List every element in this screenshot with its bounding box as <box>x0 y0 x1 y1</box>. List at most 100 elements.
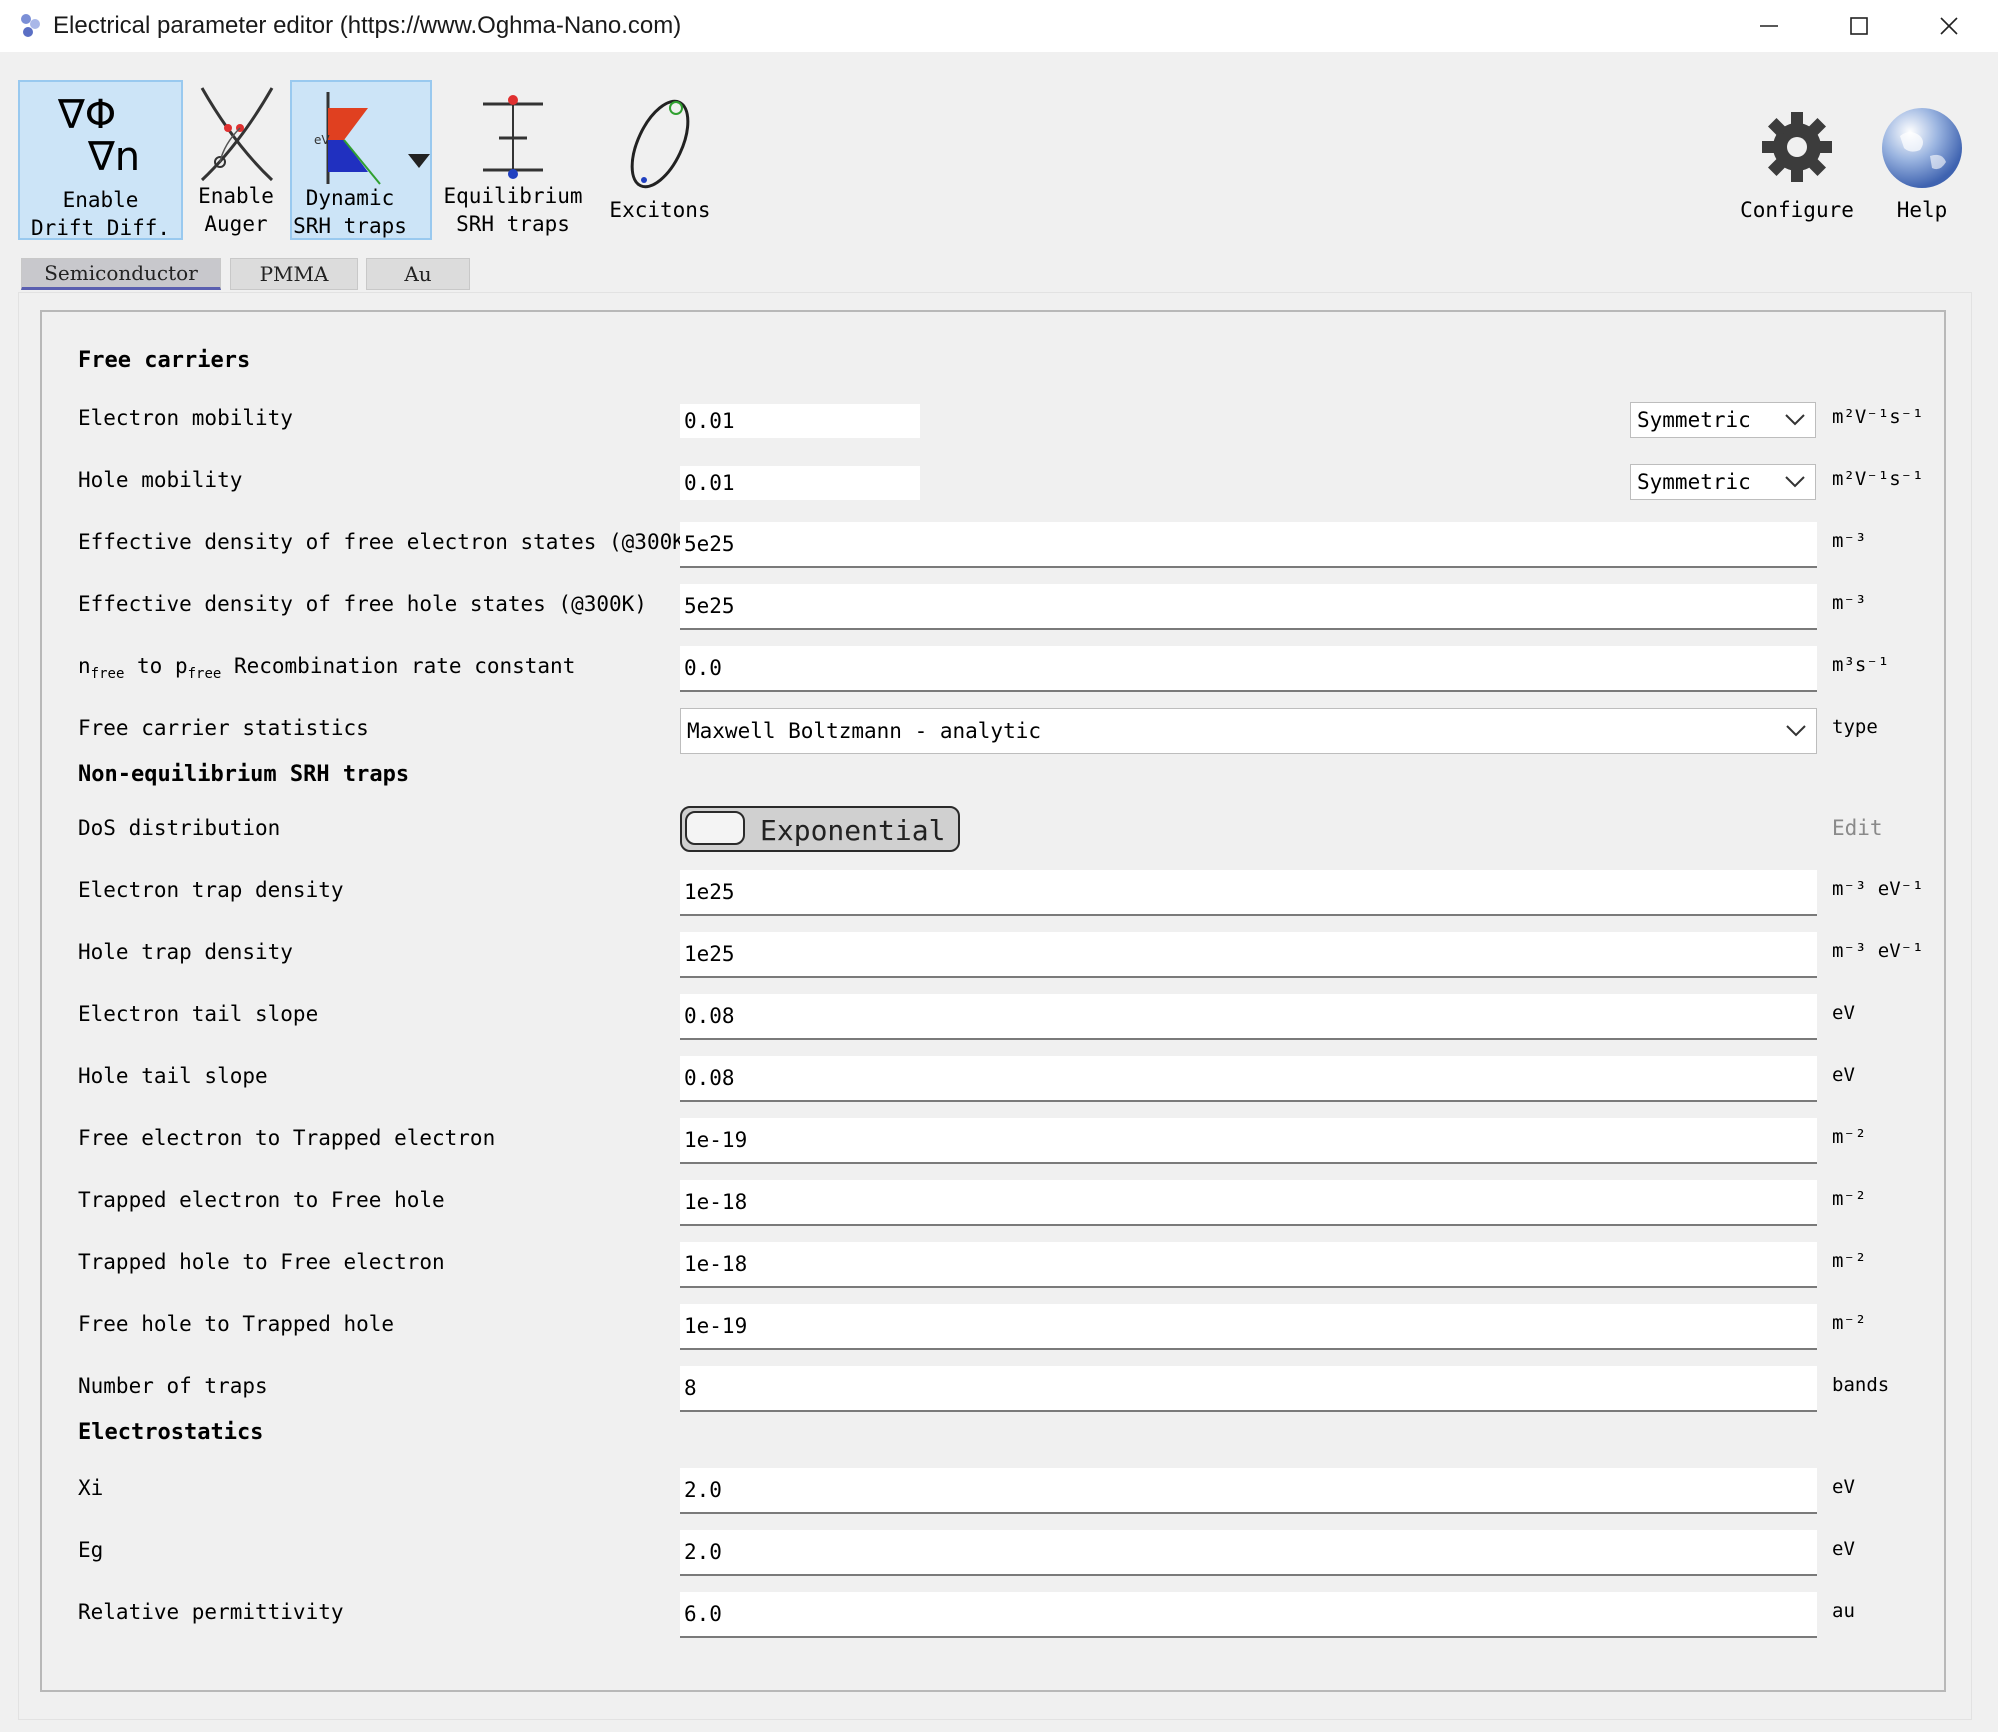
hole-mobility-input[interactable]: 0.01 <box>680 466 920 500</box>
electron-tail-slope-input[interactable]: 0.08 <box>680 994 1817 1040</box>
close-button[interactable] <box>1904 0 1994 52</box>
xi-label: Xi <box>78 1476 104 1500</box>
eg-input[interactable]: 2.0 <box>680 1530 1817 1576</box>
globe-icon <box>1882 108 1962 188</box>
row-trapped-hole-to-free-electron: Trapped hole to Free electron 1e-18 m⁻² <box>42 1240 1948 1290</box>
row-electron-mobility: Electron mobility 0.01 Symmetric m²V⁻¹s⁻… <box>42 396 1948 446</box>
row-hole-tail-slope: Hole tail slope 0.08 eV <box>42 1054 1948 1104</box>
row-hole-trap-density: Hole trap density 1e25 m⁻³ eV⁻¹ <box>42 930 1948 980</box>
xi-unit: eV <box>1832 1476 1855 1498</box>
gear-icon <box>1762 112 1832 182</box>
dos-edit-button[interactable]: Edit <box>1832 816 1883 840</box>
statistics-label: Free carrier statistics <box>78 716 369 740</box>
eff-density-electron-label: Effective density of free electron state… <box>78 530 698 554</box>
minimize-button[interactable] <box>1724 0 1814 52</box>
row-free-hole-to-trapped-hole: Free hole to Trapped hole 1e-19 m⁻² <box>42 1302 1948 1352</box>
hole-mobility-mode-select[interactable]: Symmetric <box>1630 464 1816 500</box>
tab-pmma[interactable]: PMMA <box>230 258 358 290</box>
row-recombination-constant: nfree to pfree Recombination rate consta… <box>42 644 1948 694</box>
recombination-label: nfree to pfree Recombination rate consta… <box>78 654 575 682</box>
row-electron-tail-slope: Electron tail slope 0.08 eV <box>42 992 1948 1042</box>
electron-trap-density-unit: m⁻³ eV⁻¹ <box>1832 878 1924 900</box>
toggle-knob <box>685 811 745 845</box>
electron-mobility-mode-select[interactable]: Symmetric <box>1630 402 1816 438</box>
section-electrostatics: Electrostatics <box>78 1420 264 1445</box>
close-icon <box>1940 17 1958 35</box>
te-fh-input[interactable]: 1e-18 <box>680 1180 1817 1226</box>
enable-drift-diff-button[interactable]: ∇Φ ∇n Enable Drift Diff. <box>18 80 183 240</box>
permittivity-label: Relative permittivity <box>78 1600 344 1624</box>
hole-trap-density-label: Hole trap density <box>78 940 293 964</box>
statistics-select[interactable]: Maxwell Boltzmann - analytic <box>680 708 1817 754</box>
row-free-electron-to-trapped-electron: Free electron to Trapped electron 1e-19 … <box>42 1116 1948 1166</box>
recomb-p: p <box>174 654 188 678</box>
row-xi: Xi 2.0 eV <box>42 1466 1948 1516</box>
tab-semiconductor[interactable]: Semiconductor <box>21 258 221 290</box>
maximize-button[interactable] <box>1814 0 1904 52</box>
electron-trap-density-input[interactable]: 1e25 <box>680 870 1817 916</box>
equilibrium-srh-label: Equilibrium SRH traps <box>443 184 583 236</box>
exciton-icon <box>630 99 690 189</box>
fh-th-label: Free hole to Trapped hole <box>78 1312 395 1336</box>
enable-auger-button[interactable]: Enable Auger <box>186 80 286 240</box>
dos-distribution-toggle[interactable]: Exponential <box>680 806 960 852</box>
fh-th-input[interactable]: 1e-19 <box>680 1304 1817 1350</box>
eff-density-electron-input[interactable]: 5e25 <box>680 522 1817 568</box>
hole-tail-slope-label: Hole tail slope <box>78 1064 268 1088</box>
auger-label: Enable Auger <box>198 184 274 236</box>
row-free-carrier-statistics: Free carrier statistics Maxwell Boltzman… <box>42 706 1948 756</box>
configure-button[interactable]: Configure <box>1730 80 1864 240</box>
dos-label: DoS distribution <box>78 816 281 840</box>
dynamic-srh-label: Dynamic SRH traps <box>293 186 407 238</box>
drift-diff-symbol-bottom: ∇n <box>88 134 141 180</box>
eff-density-hole-unit: m⁻³ <box>1832 592 1867 614</box>
electron-mobility-input[interactable]: 0.01 <box>680 404 920 438</box>
electron-mobility-label: Electron mobility <box>78 406 293 430</box>
eg-label: Eg <box>78 1538 104 1562</box>
drift-diff-icon: ∇Φ ∇n <box>20 92 181 180</box>
th-fe-unit: m⁻² <box>1832 1250 1867 1272</box>
number-of-traps-input[interactable]: 8 <box>680 1366 1817 1412</box>
recomb-n: n <box>78 654 91 678</box>
equilibrium-srh-traps-button[interactable]: Equilibrium SRH traps <box>440 80 586 240</box>
dynamic-srh-icon: eV <box>314 92 381 185</box>
row-relative-permittivity: Relative permittivity 6.0 au <box>42 1590 1948 1640</box>
tab-au[interactable]: Au <box>366 258 470 290</box>
hole-mobility-unit: m²V⁻¹s⁻¹ <box>1832 468 1924 490</box>
chevron-down-icon <box>1785 476 1805 488</box>
help-button[interactable]: Help <box>1872 80 1972 240</box>
dos-toggle-value: Exponential <box>760 814 946 847</box>
fh-th-unit: m⁻² <box>1832 1312 1867 1334</box>
hole-trap-density-input[interactable]: 1e25 <box>680 932 1817 978</box>
row-trapped-electron-to-free-hole: Trapped electron to Free hole 1e-18 m⁻² <box>42 1178 1948 1228</box>
permittivity-input[interactable]: 6.0 <box>680 1592 1817 1638</box>
recombination-input[interactable]: 0.0 <box>680 646 1817 692</box>
hole-tail-slope-unit: eV <box>1832 1064 1855 1086</box>
hole-trap-density-unit: m⁻³ eV⁻¹ <box>1832 940 1924 962</box>
recomb-p-sub: free <box>187 666 222 683</box>
fe-te-unit: m⁻² <box>1832 1126 1867 1148</box>
xi-input[interactable]: 2.0 <box>680 1468 1817 1514</box>
hole-mobility-label: Hole mobility <box>78 468 243 492</box>
te-fh-unit: m⁻² <box>1832 1188 1867 1210</box>
th-fe-input[interactable]: 1e-18 <box>680 1242 1817 1288</box>
excitons-label: Excitons <box>609 198 711 222</box>
dynamic-srh-traps-button[interactable]: eV Dynamic SRH traps <box>290 80 432 240</box>
configure-label: Configure <box>1740 198 1854 222</box>
section-free-carriers: Free carriers <box>78 348 251 373</box>
drift-diff-symbol-top: ∇Φ <box>58 92 117 138</box>
dropdown-arrow-icon[interactable] <box>408 154 430 168</box>
number-of-traps-label: Number of traps <box>78 1374 268 1398</box>
equilibrium-srh-icon <box>483 95 543 179</box>
help-label: Help <box>1896 198 1948 222</box>
fe-te-input[interactable]: 1e-19 <box>680 1118 1817 1164</box>
electron-mobility-unit: m²V⁻¹s⁻¹ <box>1832 406 1924 428</box>
row-eff-density-hole: Effective density of free hole states (@… <box>42 582 1948 632</box>
th-fe-label: Trapped hole to Free electron <box>78 1250 445 1274</box>
eff-density-hole-label: Effective density of free hole states (@… <box>78 592 647 616</box>
number-of-traps-unit: bands <box>1832 1374 1890 1396</box>
eff-density-hole-input[interactable]: 5e25 <box>680 584 1817 630</box>
hole-tail-slope-input[interactable]: 0.08 <box>680 1056 1817 1102</box>
chevron-down-icon <box>1785 414 1805 426</box>
excitons-button[interactable]: Excitons <box>600 80 720 240</box>
